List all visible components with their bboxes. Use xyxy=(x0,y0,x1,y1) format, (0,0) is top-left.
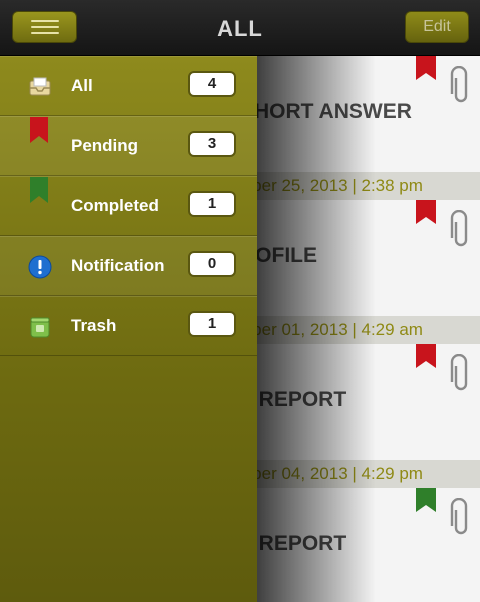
paperclip-icon xyxy=(450,66,468,103)
bookmark-icon xyxy=(416,488,436,512)
paperclip-icon xyxy=(450,210,468,247)
drawer-item-label: Completed xyxy=(71,196,159,215)
drawer-item-label: Notification xyxy=(71,256,165,275)
edit-button[interactable]: Edit xyxy=(405,11,469,43)
bookmark-icon xyxy=(416,200,436,224)
item-title: SHORT ANSWER xyxy=(240,100,412,123)
drawer-item-pending[interactable]: Pending 3 xyxy=(0,116,257,176)
count-badge: 4 xyxy=(188,71,236,97)
item-date: tober 01, 2013 | 4:29 am xyxy=(238,320,423,339)
item-date: tober 04, 2013 | 4:29 pm xyxy=(238,464,423,483)
info-icon xyxy=(28,255,52,279)
drawer-item-notification[interactable]: Notification 0 xyxy=(0,236,257,296)
drawer-item-completed[interactable]: Completed 1 xyxy=(0,176,257,236)
inbox-icon xyxy=(29,77,51,96)
count-badge: 3 xyxy=(188,131,236,157)
paperclip-icon xyxy=(450,354,468,391)
trash-icon xyxy=(30,317,50,338)
count-badge: 0 xyxy=(188,251,236,277)
bookmark-icon xyxy=(416,344,436,368)
top-bar: ALL Edit xyxy=(0,0,480,56)
bookmark-icon xyxy=(416,56,436,80)
green-ribbon-icon xyxy=(30,177,48,203)
drawer-item-trash[interactable]: Trash 1 xyxy=(0,296,257,356)
drawer-item-all[interactable]: All 4 xyxy=(0,56,257,116)
count-badge: 1 xyxy=(188,311,236,337)
drawer-item-label: Trash xyxy=(71,316,117,335)
drawer-item-label: Pending xyxy=(71,136,139,155)
paperclip-icon xyxy=(450,498,468,535)
red-ribbon-icon xyxy=(30,117,48,143)
item-date: mber 25, 2013 | 2:38 pm xyxy=(238,176,423,195)
side-drawer: All 4 Pending 3 Completed 1 Notification… xyxy=(0,56,257,602)
count-badge: 1 xyxy=(188,191,236,217)
drawer-item-label: All xyxy=(71,76,93,95)
